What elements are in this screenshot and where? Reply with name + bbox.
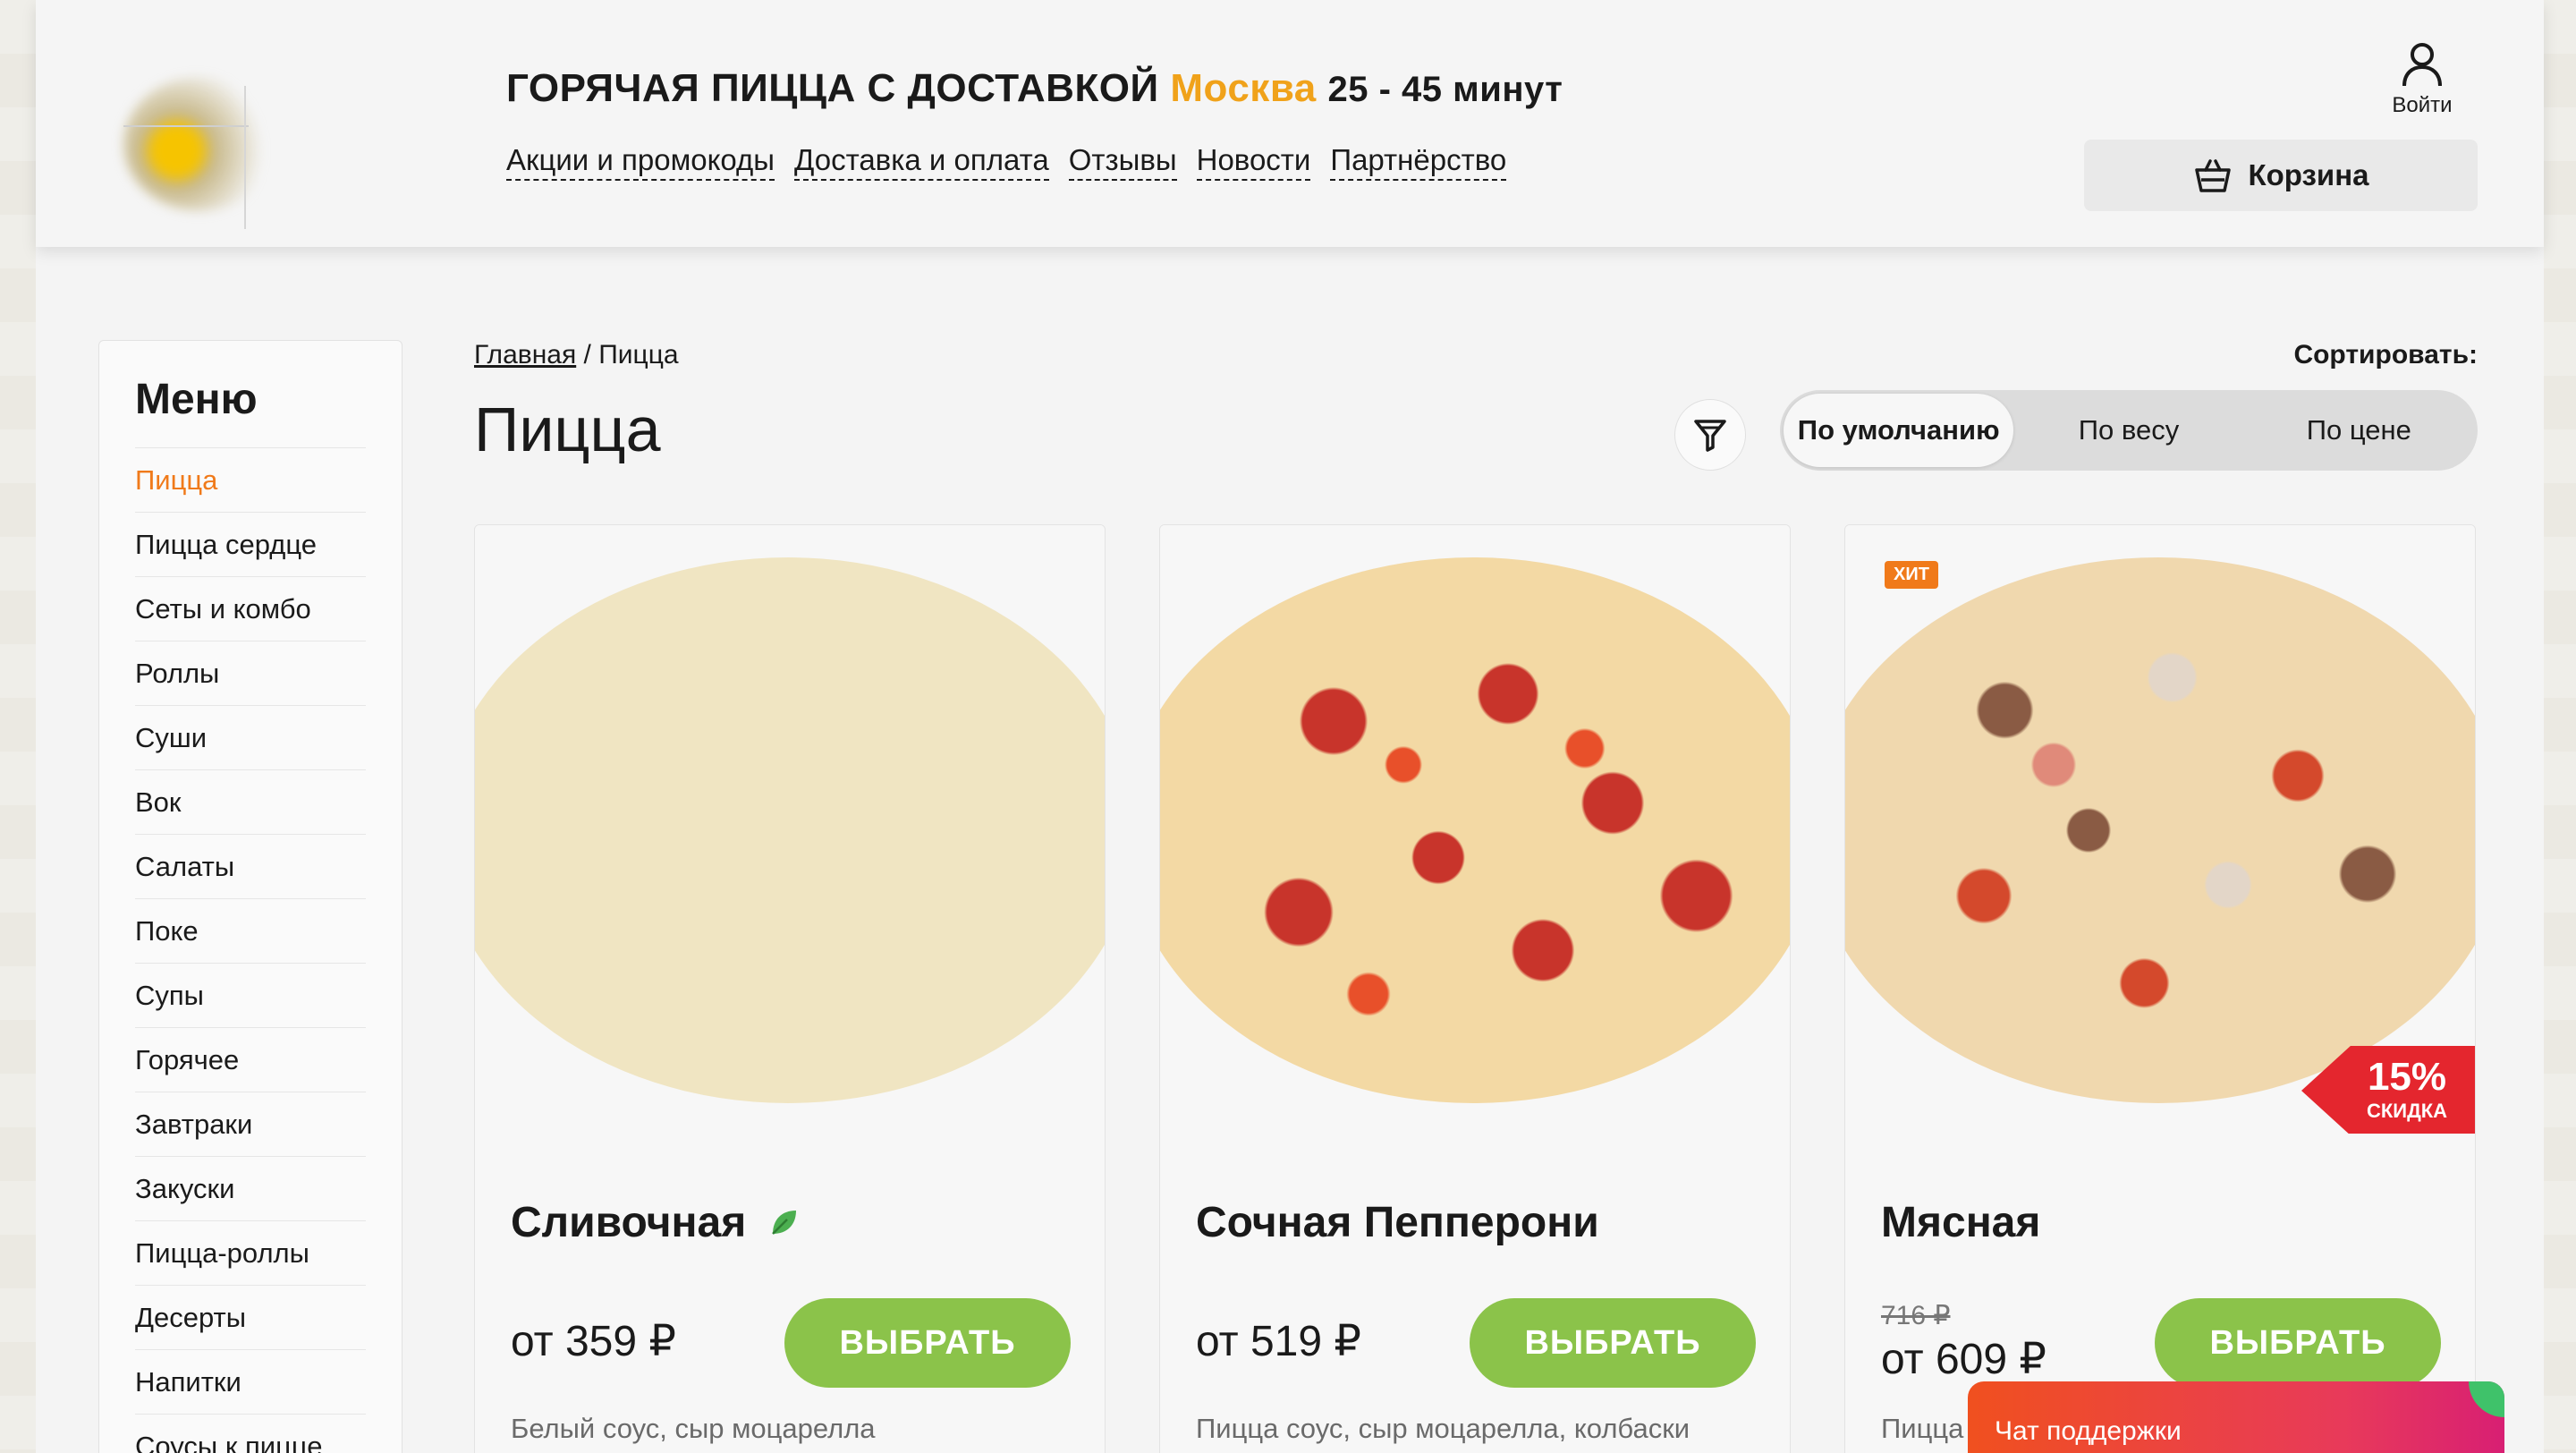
product-name: Мясная bbox=[1881, 1199, 2041, 1246]
pizza-image-pepperoni bbox=[1160, 557, 1790, 1103]
pizza-image-creamy bbox=[475, 557, 1105, 1103]
filter-icon bbox=[1694, 420, 1726, 452]
breadcrumb-current: Пицца bbox=[598, 340, 679, 370]
delivery-time: 25 - 45 минут bbox=[1327, 70, 1563, 109]
logo-line bbox=[244, 86, 246, 229]
cart-button[interactable]: Корзина bbox=[2084, 140, 2478, 211]
login-label: Войти bbox=[2392, 93, 2453, 117]
menu-item-sushi[interactable]: Суши bbox=[135, 705, 366, 769]
menu-item-hot[interactable]: Горячее bbox=[135, 1027, 366, 1092]
logo-mark bbox=[123, 77, 275, 211]
choose-button[interactable]: ВЫБРАТЬ bbox=[2155, 1298, 2441, 1388]
menu-item-salads[interactable]: Салаты bbox=[135, 834, 366, 898]
nav-link-reviews[interactable]: Отзывы bbox=[1068, 143, 1177, 181]
menu-item-pizza-rolls[interactable]: Пицца-роллы bbox=[135, 1220, 366, 1285]
menu-item-rolls[interactable]: Роллы bbox=[135, 641, 366, 705]
menu-item-snacks[interactable]: Закуски bbox=[135, 1156, 366, 1220]
breadcrumb: Главная / Пицца bbox=[474, 340, 679, 370]
product-card[interactable]: Сочная Пепперони от 519 ₽ ВЫБРАТЬ Пицца … bbox=[1159, 524, 1791, 1453]
sort-label: Сортировать: bbox=[2293, 340, 2478, 370]
product-description: Пицца bbox=[1881, 1413, 1964, 1444]
product-image[interactable]: ХИТ 15% СКИДКА bbox=[1845, 525, 2475, 1134]
sort-toggle: По умолчанию По весу По цене bbox=[1780, 390, 2478, 471]
choose-button[interactable]: ВЫБРАТЬ bbox=[1470, 1298, 1756, 1388]
category-menu: Меню Пицца Пицца сердце Сеты и комбо Рол… bbox=[98, 340, 402, 1453]
login-button[interactable]: Войти bbox=[2379, 41, 2465, 118]
sort-option-weight[interactable]: По весу bbox=[2013, 394, 2243, 467]
product-card[interactable]: Сливочная от 359 ₽ ВЫБРАТЬ Белый соус, с… bbox=[474, 524, 1106, 1453]
product-price: от 609 ₽ bbox=[1881, 1336, 2046, 1383]
product-price: от 519 ₽ bbox=[1196, 1318, 1361, 1365]
filter-button[interactable] bbox=[1674, 399, 1746, 471]
product-name-row: Сочная Пепперони bbox=[1196, 1198, 1599, 1247]
background-pattern-left bbox=[0, 0, 36, 1453]
leaf-icon bbox=[772, 1210, 797, 1235]
menu-title: Меню bbox=[135, 376, 258, 423]
menu-item-drinks[interactable]: Напитки bbox=[135, 1349, 366, 1414]
site-header: ГОРЯЧАЯ ПИЦЦА С ДОСТАВКОЙ Москва 25 - 45… bbox=[36, 0, 2544, 247]
top-navigation: Акции и промокоды Доставка и оплата Отзы… bbox=[506, 143, 1507, 181]
menu-item-desserts[interactable]: Десерты bbox=[135, 1285, 366, 1349]
logo-line bbox=[123, 125, 249, 127]
basket-icon bbox=[2194, 159, 2231, 192]
nav-link-partnership[interactable]: Партнёрство bbox=[1330, 143, 1507, 181]
choose-button[interactable]: ВЫБРАТЬ bbox=[784, 1298, 1071, 1388]
user-icon bbox=[2402, 43, 2442, 87]
menu-item-sauces[interactable]: Соусы к пицце bbox=[135, 1414, 366, 1453]
old-price: 716 ₽ bbox=[1881, 1301, 1951, 1330]
menu-item-wok[interactable]: Вок bbox=[135, 769, 366, 834]
product-description: Пицца соус, сыр моцарелла, колбаски bbox=[1196, 1413, 1690, 1444]
headline-text: ГОРЯЧАЯ ПИЦЦА С ДОСТАВКОЙ bbox=[506, 66, 1159, 110]
city-selector[interactable]: Москва bbox=[1170, 66, 1316, 110]
menu-item-pizza[interactable]: Пицца bbox=[135, 447, 366, 512]
nav-link-delivery[interactable]: Доставка и оплата bbox=[794, 143, 1049, 181]
product-name: Сочная Пепперони bbox=[1196, 1199, 1599, 1246]
sort-option-price[interactable]: По цене bbox=[2244, 394, 2474, 467]
product-name-row: Мясная bbox=[1881, 1198, 2040, 1247]
page-headline: ГОРЯЧАЯ ПИЦЦА С ДОСТАВКОЙ Москва 25 - 45… bbox=[506, 66, 1563, 111]
menu-item-heart-pizza[interactable]: Пицца сердце bbox=[135, 512, 366, 576]
product-card[interactable]: ХИТ 15% СКИДКА Мясная 716 ₽ от 609 ₽ ВЫБ… bbox=[1844, 524, 2476, 1453]
hit-badge: ХИТ bbox=[1885, 561, 1938, 589]
cart-label: Корзина bbox=[2248, 158, 2369, 191]
nav-link-news[interactable]: Новости bbox=[1196, 143, 1311, 181]
product-image[interactable] bbox=[475, 525, 1105, 1134]
site-logo[interactable] bbox=[88, 50, 302, 229]
page-title: Пицца bbox=[474, 395, 661, 464]
menu-item-soups[interactable]: Супы bbox=[135, 963, 366, 1027]
product-name-row: Сливочная bbox=[511, 1198, 800, 1247]
sort-option-default[interactable]: По умолчанию bbox=[1784, 394, 2014, 467]
discount-label: СКИДКА bbox=[2366, 1100, 2448, 1122]
product-image[interactable] bbox=[1160, 525, 1790, 1134]
menu-item-poke[interactable]: Поке bbox=[135, 898, 366, 963]
menu-item-breakfast[interactable]: Завтраки bbox=[135, 1092, 366, 1156]
support-chat-button[interactable]: Чат поддержки bbox=[1968, 1381, 2504, 1453]
page-container: ГОРЯЧАЯ ПИЦЦА С ДОСТАВКОЙ Москва 25 - 45… bbox=[36, 0, 2544, 1453]
menu-item-sets[interactable]: Сеты и комбо bbox=[135, 576, 366, 641]
breadcrumb-separator: / bbox=[583, 340, 591, 370]
product-price: от 359 ₽ bbox=[511, 1318, 676, 1365]
product-description: Белый соус, сыр моцарелла bbox=[511, 1413, 876, 1444]
nav-link-promotions[interactable]: Акции и промокоды bbox=[506, 143, 775, 181]
background-pattern-right bbox=[2544, 0, 2576, 1453]
product-name: Сливочная bbox=[511, 1199, 747, 1246]
pizza-image-meat bbox=[1845, 557, 2475, 1103]
breadcrumb-home[interactable]: Главная bbox=[474, 340, 576, 370]
